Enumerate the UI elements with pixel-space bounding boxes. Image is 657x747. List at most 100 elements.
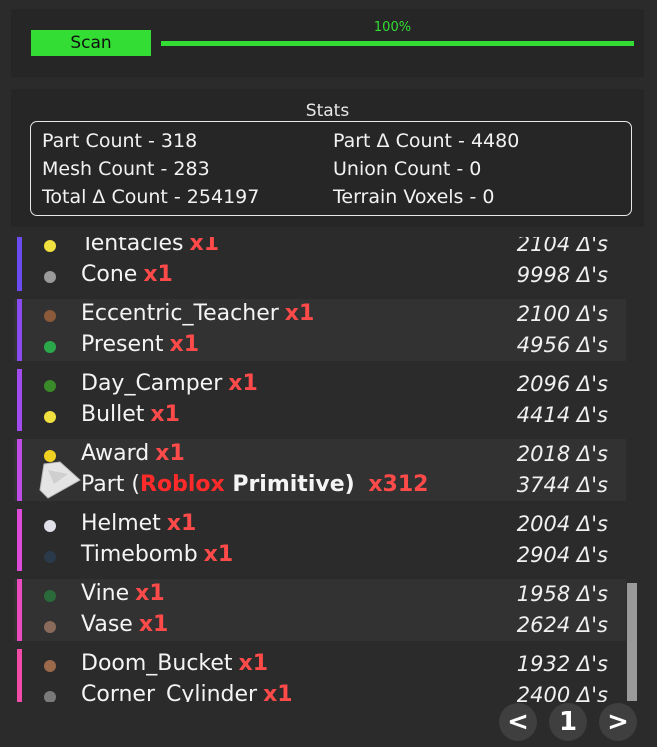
part-delta-count: Part Δ Count - 4480 [333, 130, 520, 152]
camper-icon [42, 377, 58, 393]
item-label: Corner_Cylinder [81, 682, 258, 702]
item-quantity: x1 [138, 612, 169, 637]
item-group: Doom_Bucket x1 1932 Δ's Corner_Cylinder x1 24… [14, 649, 626, 702]
item-delta-value: 2018 Δ's [516, 442, 608, 466]
item-name: Tentacles x1 [81, 237, 219, 258]
mesh-count: Mesh Count - 283 [42, 158, 210, 180]
present-icon [42, 338, 58, 354]
cylinder-icon [42, 688, 58, 702]
item-label: Award [81, 441, 150, 466]
item-delta-value: 4414 Δ's [516, 403, 608, 427]
item-name: Bullet x1 [81, 401, 180, 429]
item-quantity: x312 [368, 472, 429, 497]
scan-button[interactable]: Scan [31, 30, 151, 56]
page-number[interactable]: 1 [549, 703, 587, 741]
item-name: Vase x1 [81, 611, 168, 639]
item-delta-value: 1958 Δ's [516, 582, 608, 606]
progress-fill [161, 41, 634, 46]
item-quantity: x1 [143, 262, 173, 287]
item-quantity: x1 [169, 332, 200, 357]
list-item[interactable]: Tentacles x1 2104 Δ's [14, 237, 626, 260]
paren-close: ) [344, 472, 363, 497]
item-label: Bullet [81, 402, 145, 427]
list-item[interactable]: Award x1 2018 Δ's [14, 439, 626, 470]
list-item[interactable]: Present x1 4956 Δ's [14, 330, 626, 361]
item-name: Helmet x1 [81, 510, 196, 538]
union-count: Union Count - 0 [333, 158, 482, 180]
bucket-icon [42, 657, 58, 673]
cone-icon [42, 268, 58, 284]
item-name: Doom_Bucket x1 [81, 650, 268, 678]
item-quantity: x1 [189, 237, 220, 256]
item-quantity: x1 [284, 301, 315, 326]
list-item[interactable]: Helmet x1 2004 Δ's [14, 509, 626, 540]
bullet-icon [42, 408, 58, 424]
item-delta-value: 2624 Δ's [516, 613, 608, 637]
vine-icon [42, 587, 58, 603]
list-item[interactable]: Timebomb x1 2904 Δ's [14, 540, 626, 571]
item-delta-value: 2100 Δ's [516, 302, 608, 326]
item-label: Day_Camper [81, 371, 223, 396]
progress-bar [161, 41, 634, 46]
item-label: Doom_Bucket [81, 651, 233, 676]
list-item[interactable]: Vine x1 1958 Δ's [14, 579, 626, 610]
item-delta-value: 3744 Δ's [516, 473, 608, 497]
item-label: Timebomb [81, 542, 198, 567]
stats-panel: Stats Part Count - 318 Mesh Count - 283 … [11, 89, 644, 227]
item-delta-value: 2096 Δ's [516, 372, 608, 396]
part-count: Part Count - 318 [42, 130, 198, 152]
list-item[interactable]: Doom_Bucket x1 1932 Δ's [14, 649, 626, 680]
item-quantity: x1 [166, 511, 197, 536]
vase-icon [42, 618, 58, 634]
item-label: Helmet [81, 511, 161, 536]
item-delta-value: 2004 Δ's [516, 512, 608, 536]
item-label: Cone [81, 262, 138, 287]
item-name: Award x1 [81, 440, 185, 468]
item-quantity: x1 [203, 542, 234, 567]
item-quantity: x1 [155, 441, 185, 466]
item-delta-value: 2104 Δ's [516, 237, 608, 256]
item-group: Eccentric_Teacher x1 2100 Δ's Present x1 4956… [14, 299, 626, 361]
item-name: Vine x1 [81, 580, 165, 608]
item-quantity: x1 [135, 581, 165, 606]
item-delta-value: 9998 Δ's [516, 263, 608, 287]
list-item[interactable]: Corner_Cylinder x1 2400 Δ's [14, 680, 626, 702]
item-group: Helmet x1 2004 Δ's Timebomb x1 2904 Δ's [14, 509, 626, 571]
stats-title: Stats [305, 101, 350, 121]
item-quantity: x1 [238, 651, 269, 676]
roblox-tag: Roblox [140, 472, 225, 497]
teacher-icon [42, 307, 58, 323]
scan-panel: Scan 100% [11, 9, 644, 77]
item-delta-value: 1932 Δ's [516, 652, 608, 676]
item-name: Day_Camper x1 [81, 370, 258, 398]
item-delta-value: 2904 Δ's [516, 543, 608, 567]
item-name: Part (Roblox Primitive) x312 [81, 471, 428, 499]
scrollbar-thumb[interactable] [627, 583, 637, 701]
list-item[interactable]: Bullet x1 4414 Δ's [14, 400, 626, 431]
item-group: Day_Camper x1 2096 Δ's Bullet x1 4414 Δ's [14, 369, 626, 431]
item-label: Part [81, 472, 125, 497]
item-delta-value: 4956 Δ's [516, 333, 608, 357]
stats-box: Part Count - 318 Mesh Count - 283 Total … [30, 121, 632, 216]
item-label: Vine [81, 581, 130, 606]
item-label: Eccentric_Teacher [81, 301, 279, 326]
next-page-button[interactable]: > [599, 703, 637, 741]
item-list[interactable]: Tentacles x1 2104 Δ's Cone x1 9998 Δ's Eccentr… [14, 237, 626, 702]
total-delta-count: Total Δ Count - 254197 [42, 186, 260, 208]
list-item[interactable]: Day_Camper x1 2096 Δ's [14, 369, 626, 400]
part-icon [38, 460, 82, 502]
list-item[interactable]: Cone x1 9998 Δ's [14, 260, 626, 291]
primitive-tag: Primitive [224, 472, 345, 497]
timebomb-icon [42, 548, 58, 564]
prev-page-button[interactable]: < [499, 703, 537, 741]
item-label: Tentacles [81, 237, 184, 256]
list-item[interactable]: Eccentric_Teacher x1 2100 Δ's [14, 299, 626, 330]
item-quantity: x1 [228, 371, 258, 396]
item-quantity: x1 [150, 402, 180, 427]
item-name: Corner_Cylinder x1 [81, 681, 293, 702]
paren-open: ( [124, 472, 141, 497]
item-group: Award x1 2018 Δ's Part (Roblox Primitive) x… [14, 439, 626, 501]
helmet-icon [42, 517, 58, 533]
list-item[interactable]: Vase x1 2624 Δ's [14, 610, 626, 641]
list-item[interactable]: Part (Roblox Primitive) x312 3744 Δ's [14, 461, 626, 501]
